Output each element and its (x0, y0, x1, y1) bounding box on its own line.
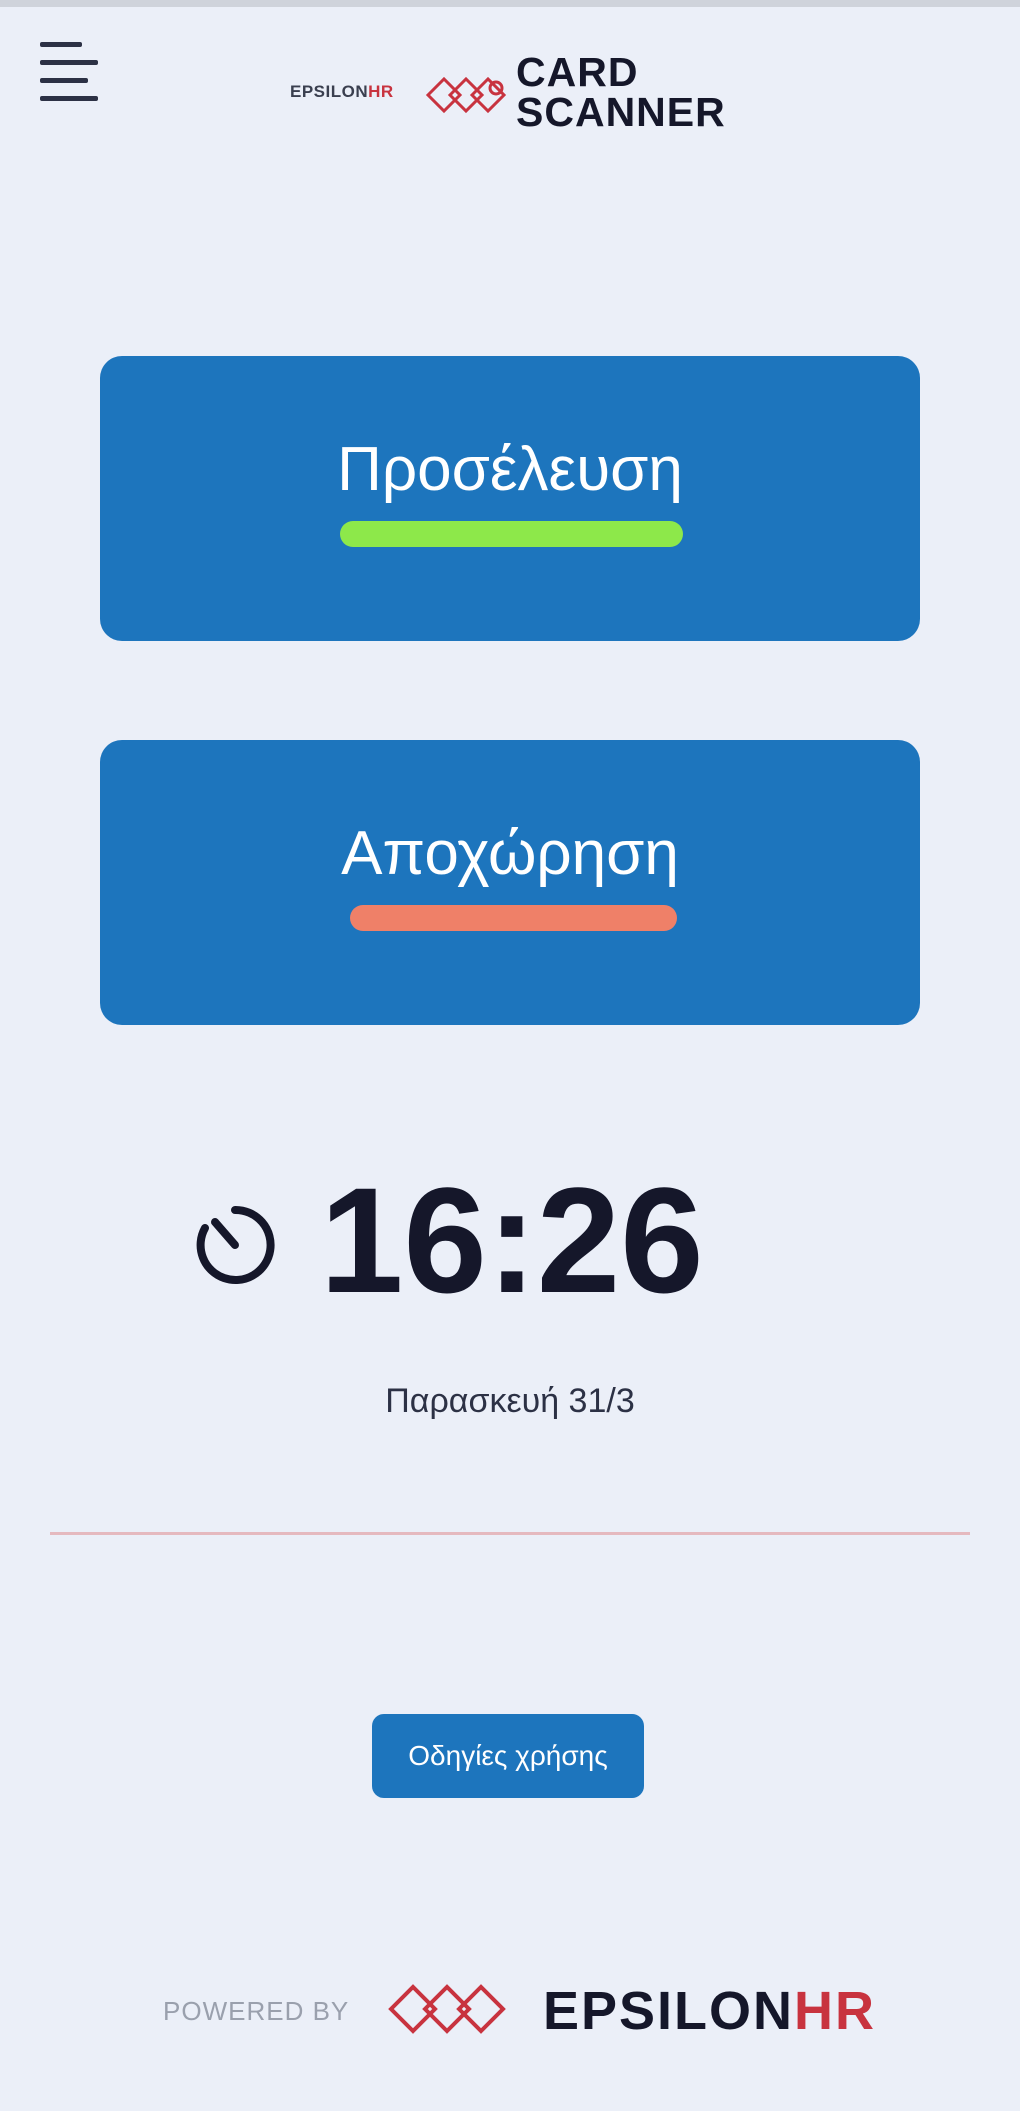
check-in-button[interactable]: Προσέλευση (100, 356, 920, 641)
footer-brand: EPSILONHR (543, 1981, 877, 2041)
footer-branding: POWERED BY EPSILONHR (160, 1970, 874, 2050)
status-edge (0, 0, 1020, 7)
check-out-indicator (350, 905, 677, 931)
powered-by-text: POWERED BY (163, 1996, 350, 2026)
app-logo: EPSILONHR CARD SCANNER (290, 50, 770, 138)
check-out-button[interactable]: Αποχώρηση (100, 740, 920, 1025)
check-in-label: Προσέλευση (337, 435, 683, 504)
usage-guide-button[interactable]: Οδηγίες χρήσης (372, 1714, 644, 1798)
check-in-indicator (340, 521, 683, 547)
current-time: 16:26 (320, 1156, 704, 1324)
epsilon-logo-icon (425, 76, 507, 114)
divider (50, 1532, 970, 1535)
epsilon-logo-icon (388, 1984, 506, 2034)
current-date: Παρασκευή 31/3 (385, 1382, 635, 1420)
logo-small-text: EPSILONHR (290, 82, 394, 101)
logo-title: CARD SCANNER (516, 49, 726, 135)
timer-icon (196, 1205, 275, 1284)
check-out-label: Αποχώρηση (341, 819, 679, 888)
menu-icon[interactable] (40, 40, 98, 102)
